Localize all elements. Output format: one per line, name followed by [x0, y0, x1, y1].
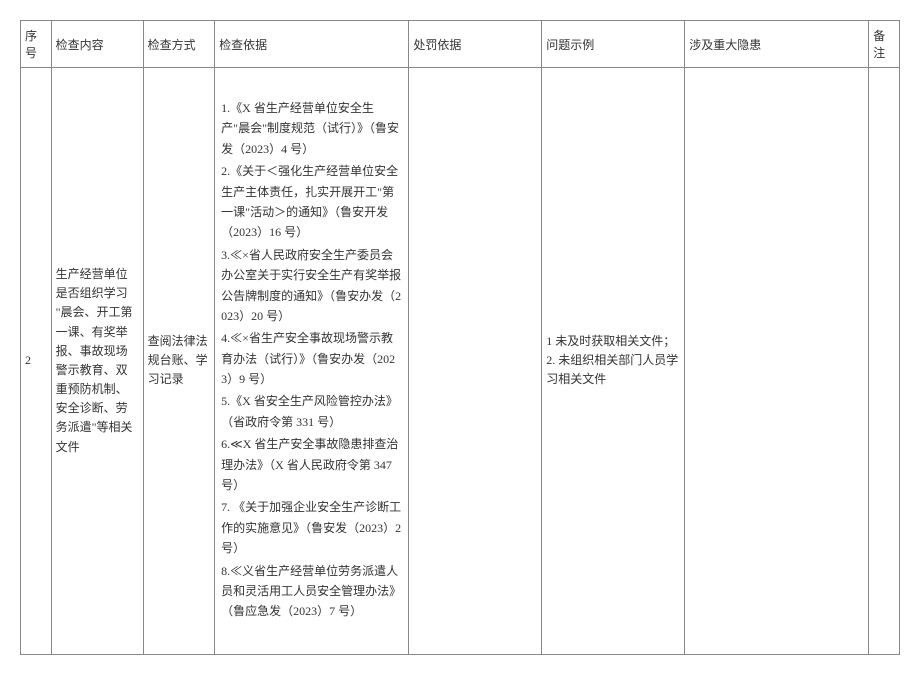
basis-item: 4.≪×省生产安全事故现场警示教育办法（试行）》（鲁安办发（2023）9 号）: [221, 328, 402, 389]
cell-example: 1 未及时获取相关文件；2. 未组织相关部门人员学习相关文件: [542, 68, 685, 655]
basis-item: 7. 《关于加强企业安全生产诊断工作的实施意见》（鲁安发（2023）2 号）: [221, 497, 402, 558]
header-seq: 序号: [21, 21, 52, 68]
basis-item: 8.≪义省生产经营单位劳务派遣人员和灵活用工人员安全管理办法》（鲁应急发（202…: [221, 561, 402, 622]
table-row: 2 生产经营单位是否组织学习"晨会、开工第一课、有奖举报、事故现场警示教育、双重…: [21, 68, 900, 655]
header-row: 序号 检查内容 检查方式 检查依据 处罚依据 问题示例 涉及重大隐患 备注: [21, 21, 900, 68]
header-example: 问题示例: [542, 21, 685, 68]
header-hazard: 涉及重大隐患: [685, 21, 869, 68]
basis-item: 1.《X 省生产经营单位安全生产"晨会"制度规范（试行）》（鲁安发（2023）4…: [221, 98, 402, 159]
header-remark: 备注: [869, 21, 900, 68]
header-method: 检查方式: [143, 21, 215, 68]
cell-seq: 2: [21, 68, 52, 655]
cell-method: 查阅法律法规台账、学习记录: [143, 68, 215, 655]
cell-basis: 1.《X 省生产经营单位安全生产"晨会"制度规范（试行）》（鲁安发（2023）4…: [215, 68, 409, 655]
cell-penalty: [409, 68, 542, 655]
header-basis: 检查依据: [215, 21, 409, 68]
cell-hazard: [685, 68, 869, 655]
cell-content: 生产经营单位是否组织学习"晨会、开工第一课、有奖举报、事故现场警示教育、双重预防…: [51, 68, 143, 655]
basis-item: 2.《关于＜强化生产经营单位安全生产主体责任，扎实开展开工"第一课"活动＞的通知…: [221, 161, 402, 243]
basis-item: 3.≪×省人民政府安全生产委员会办公室关于实行安全生产有奖举报公告牌制度的通知》…: [221, 245, 402, 327]
basis-item: 5.《X 省安全生产风险管控办法》（省政府令第 331 号）: [221, 391, 402, 432]
inspection-table: 序号 检查内容 检查方式 检查依据 处罚依据 问题示例 涉及重大隐患 备注 2 …: [20, 20, 900, 655]
header-content: 检查内容: [51, 21, 143, 68]
cell-remark: [869, 68, 900, 655]
header-penalty: 处罚依据: [409, 21, 542, 68]
basis-item: 6.≪X 省生产安全事故隐患排查治理办法》（X 省人民政府令第 347 号）: [221, 434, 402, 495]
